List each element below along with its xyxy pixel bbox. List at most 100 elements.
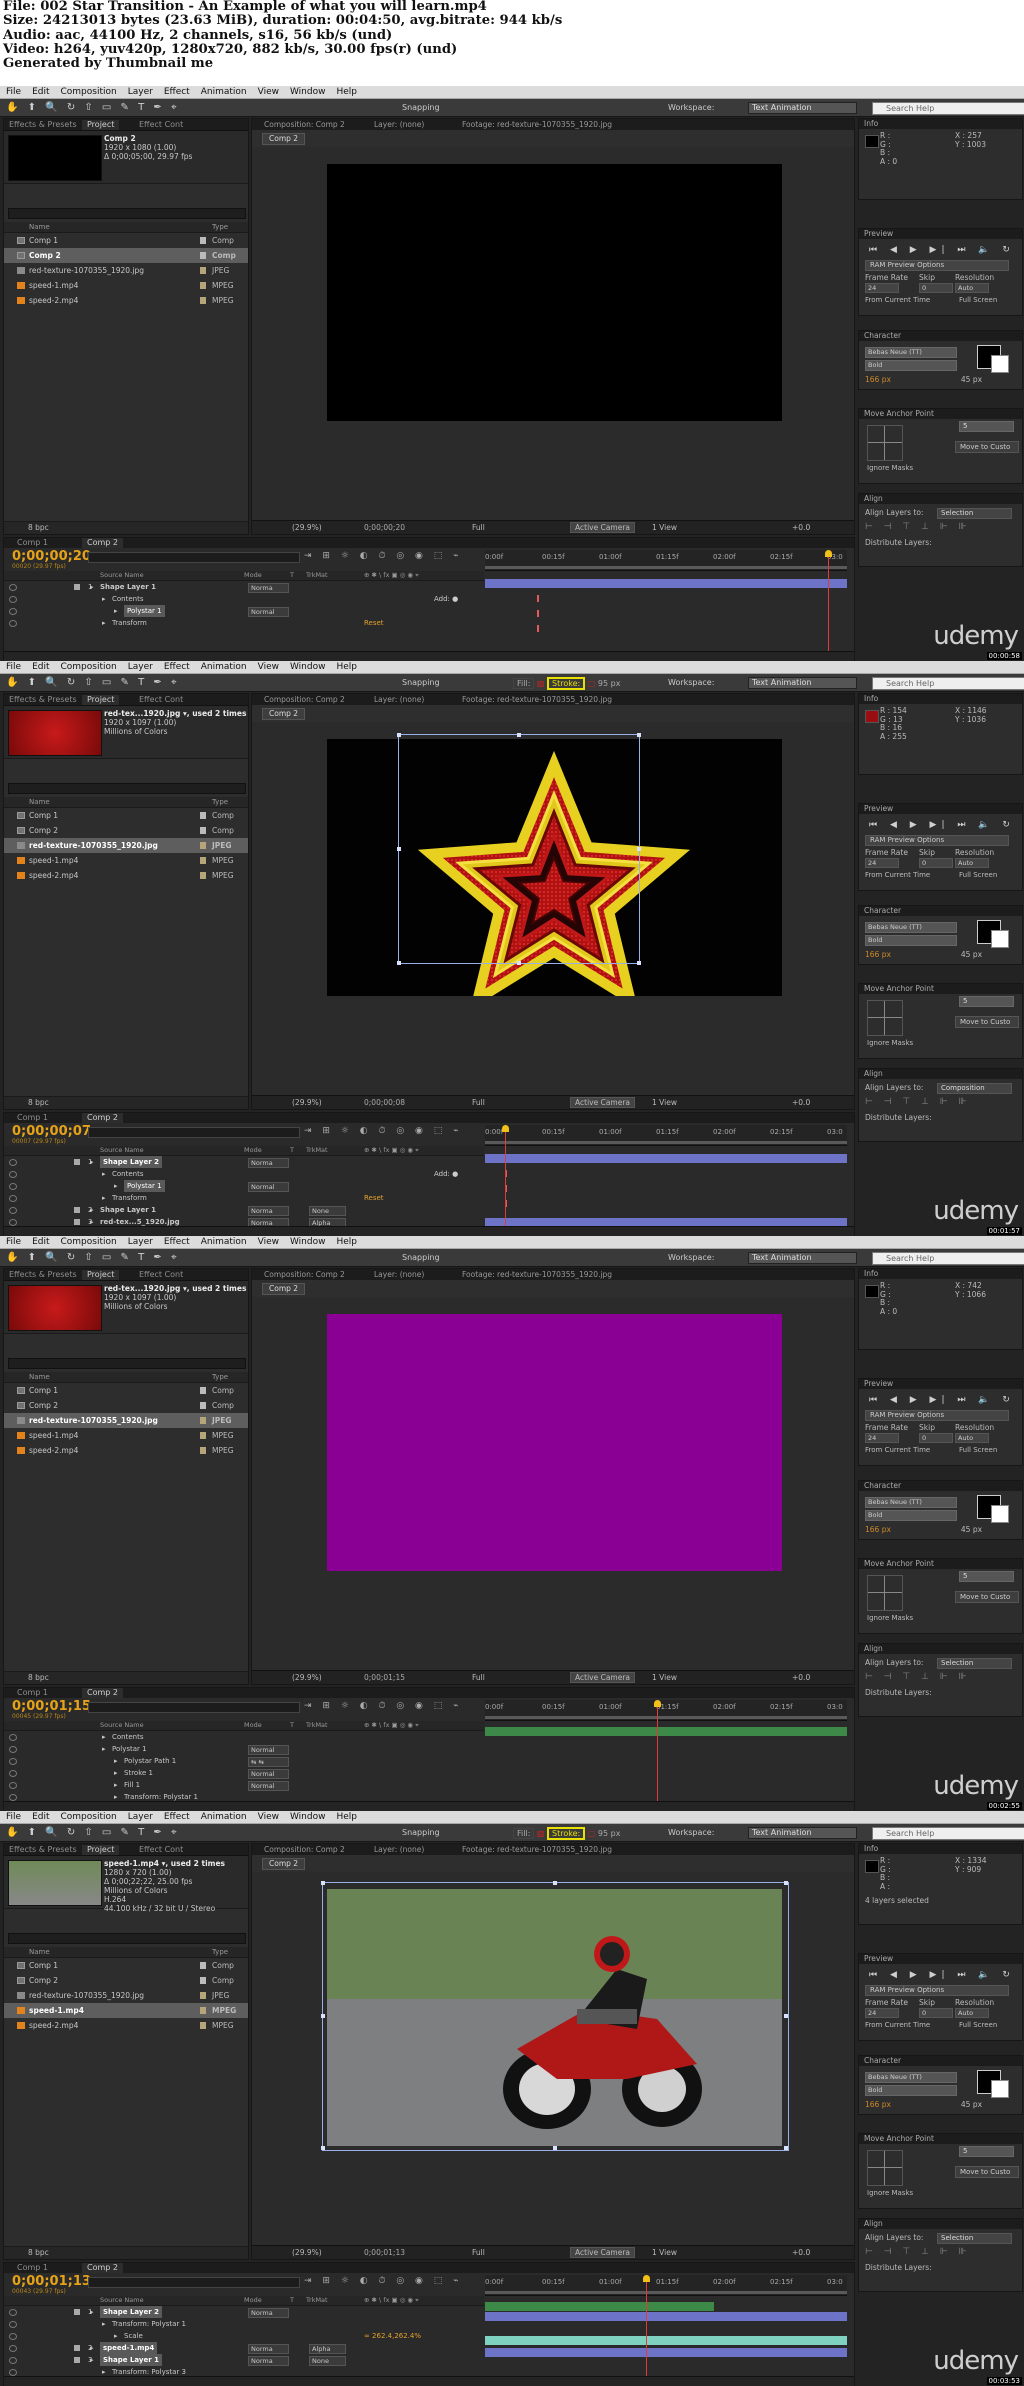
preview-frame_rate_val[interactable]: 24: [865, 858, 899, 868]
current-time-indicator-head[interactable]: [654, 1700, 661, 1707]
expand-triangle-icon[interactable]: ▸: [90, 2342, 94, 2354]
exposure-value[interactable]: +0.0: [792, 2246, 810, 2259]
file-row[interactable]: speed-1.mp4 MPEG: [4, 1428, 248, 1443]
menu-effect[interactable]: Effect: [158, 1811, 195, 1822]
menu-effect[interactable]: Effect: [158, 1236, 195, 1247]
timeline-switch-icons[interactable]: ⇥ ⊞ ☼ ◐ ⏱ ◎ ◉ ⬚ ⌁: [304, 2276, 463, 2286]
camera-select[interactable]: Active Camera: [570, 2247, 636, 2258]
label-color-swatch[interactable]: [200, 267, 206, 274]
ignore-masks-checkbox[interactable]: Ignore Masks: [867, 1039, 913, 1047]
align-to-select[interactable]: Selection: [937, 2233, 1012, 2244]
menu-layer[interactable]: Layer: [122, 1811, 158, 1822]
layer-row[interactable]: 2 ▸ speed-1.mp4 Norma Alpha: [4, 2342, 484, 2354]
label-color-swatch[interactable]: [200, 2007, 206, 2014]
blend-mode-select[interactable]: Normal: [248, 1745, 289, 1755]
viewer-timecode[interactable]: 0;00;00;20: [364, 521, 405, 534]
layer-duration-bar[interactable]: [485, 1727, 847, 1736]
menu-file[interactable]: File: [0, 1236, 26, 1247]
label-color-swatch[interactable]: [200, 842, 206, 849]
resize-handle[interactable]: [517, 733, 521, 737]
file-row[interactable]: red-texture-1070355_1920.jpg JPEG: [4, 263, 248, 278]
font-size-value[interactable]: 166 px: [865, 2100, 891, 2109]
file-row[interactable]: speed-1.mp4 MPEG: [4, 2003, 248, 2018]
preview-resolution_val[interactable]: Auto: [955, 283, 989, 293]
file-row[interactable]: red-texture-1070355_1920.jpg JPEG: [4, 838, 248, 853]
align-buttons[interactable]: ⊢ ⊣ ⊤ ⊥ ⊩ ⊪: [865, 1672, 970, 1682]
timeline-search-input[interactable]: [88, 1127, 300, 1138]
expand-triangle-icon[interactable]: ▸: [102, 1743, 106, 1755]
timeline-search-input[interactable]: [88, 552, 300, 563]
stroke-width[interactable]: 95 px: [598, 1829, 621, 1838]
project-tab-1[interactable]: Effects & Presets: [4, 1845, 82, 1855]
playback-controls[interactable]: ⏮ ◀ ▶ ▶| ⏭ 🔈 ↻ ⬚: [869, 1970, 1022, 1980]
align-to-select[interactable]: Composition: [937, 1083, 1012, 1094]
resize-handle[interactable]: [397, 961, 401, 965]
font-style-select[interactable]: Bold: [865, 935, 957, 946]
file-row[interactable]: Comp 2 Comp: [4, 823, 248, 838]
layer-label-color[interactable]: [74, 2357, 80, 2363]
current-time-display[interactable]: 0;00;01;15: [12, 1700, 91, 1713]
stroke-color-swatch[interactable]: [991, 2080, 1009, 2098]
timeline-switch-icons[interactable]: ⇥ ⊞ ☼ ◐ ⏱ ◎ ◉ ⬚ ⌁: [304, 1126, 463, 1136]
project-tab-3[interactable]: Effect Cont: [134, 695, 188, 705]
keyframe-ibeam[interactable]: [537, 610, 539, 617]
layer-name[interactable]: Polystar Path 1: [124, 1755, 176, 1767]
from-current-time-checkbox[interactable]: From Current Time: [865, 1446, 930, 1454]
menu-composition[interactable]: Composition: [55, 86, 122, 97]
font-family-select[interactable]: Bebas Neue (TT): [865, 922, 957, 933]
current-time-indicator[interactable]: [657, 1704, 658, 1802]
layer-row[interactable]: ▸ Transform Reset: [4, 1192, 484, 1204]
current-time-display[interactable]: 0;00;00;07: [12, 1125, 91, 1138]
layer-duration-bar[interactable]: [485, 2348, 847, 2357]
align-buttons[interactable]: ⊢ ⊣ ⊤ ⊥ ⊩ ⊪: [865, 1097, 970, 1107]
resize-handle[interactable]: [637, 847, 641, 851]
layer-name[interactable]: Transform: Polystar 1: [112, 2318, 186, 2330]
exposure-value[interactable]: +0.0: [792, 1671, 810, 1684]
comp-header-tab-2[interactable]: Layer: (none): [374, 694, 424, 705]
camera-select[interactable]: Active Camera: [570, 522, 636, 533]
visibility-eye-icon[interactable]: [9, 2309, 17, 2316]
layer-row[interactable]: ▸ Stroke 1 Normal: [4, 1767, 484, 1779]
time-ruler[interactable]: 0:00f 00:15f 01:00f 01:15f 02:00f 02:15f 03:0: [485, 1700, 847, 1721]
current-time-display[interactable]: 0;00;00;20: [12, 550, 91, 563]
expand-triangle-icon[interactable]: ▸: [90, 1156, 94, 1168]
project-search-input[interactable]: [8, 1358, 246, 1369]
menu-help[interactable]: Help: [330, 1811, 362, 1822]
stroke-swatch-icon[interactable]: ▢: [585, 1829, 598, 1838]
timeline-tab-2[interactable]: Comp 2: [82, 538, 123, 548]
label-color-swatch[interactable]: [200, 1402, 206, 1409]
workspace-select[interactable]: Text Animation: [748, 677, 857, 689]
composition-canvas[interactable]: [327, 164, 782, 421]
layer-row[interactable]: ▸ Polystar 1 Normal: [4, 605, 484, 617]
current-time-indicator[interactable]: [646, 2279, 647, 2377]
exposure-value[interactable]: +0.0: [792, 1096, 810, 1109]
timeline-tab-1[interactable]: Comp 1: [12, 1688, 53, 1698]
layer-row[interactable]: 1 ▸ Shape Layer 2 Norma: [4, 2306, 484, 2318]
resolution-select[interactable]: Full: [472, 521, 485, 534]
label-color-swatch[interactable]: [200, 1962, 206, 1969]
align-buttons[interactable]: ⊢ ⊣ ⊤ ⊥ ⊩ ⊪: [865, 522, 970, 532]
layer-label-color[interactable]: [74, 1159, 80, 1165]
project-tab-3[interactable]: Effect Cont: [134, 120, 188, 130]
blend-mode-select[interactable]: Norma: [248, 2308, 289, 2318]
blend-mode-select[interactable]: Norma: [248, 2356, 289, 2366]
timeline-switch-icons[interactable]: ⇥ ⊞ ☼ ◐ ⏱ ◎ ◉ ⬚ ⌁: [304, 551, 463, 561]
tool-icons[interactable]: ✋ ⬆ 🔍 ↻ ⇧ ▭ ✎ T ✒ ⌖: [6, 1252, 180, 1263]
layer-name[interactable]: Contents: [112, 593, 144, 605]
layer-name[interactable]: Contents: [112, 1168, 144, 1180]
visibility-eye-icon[interactable]: [9, 2333, 17, 2340]
timeline-tab-2[interactable]: Comp 2: [82, 1688, 123, 1698]
visibility-eye-icon[interactable]: [9, 1770, 17, 1777]
layer-bounding-box[interactable]: [321, 1881, 789, 2151]
layer-row[interactable]: ▸ Scale ∞ 262.4,262.4%: [4, 2330, 484, 2342]
blend-mode-select[interactable]: ⇆ ⇆: [248, 1757, 289, 1767]
label-color-swatch[interactable]: [200, 282, 206, 289]
comp-header-tab-1[interactable]: Composition: Comp 2: [264, 1269, 345, 1280]
visibility-eye-icon[interactable]: [9, 1207, 17, 1214]
visibility-eye-icon[interactable]: [9, 2357, 17, 2364]
ignore-masks-checkbox[interactable]: Ignore Masks: [867, 1614, 913, 1622]
layer-name[interactable]: Transform: [112, 617, 147, 629]
anchor-grid-icon[interactable]: [867, 1575, 903, 1611]
move-to-custom-button[interactable]: Move to Custo: [955, 2166, 1019, 2178]
time-ruler[interactable]: 0:00f 00:15f 01:00f 01:15f 02:00f 02:15f 03:0: [485, 1125, 847, 1146]
